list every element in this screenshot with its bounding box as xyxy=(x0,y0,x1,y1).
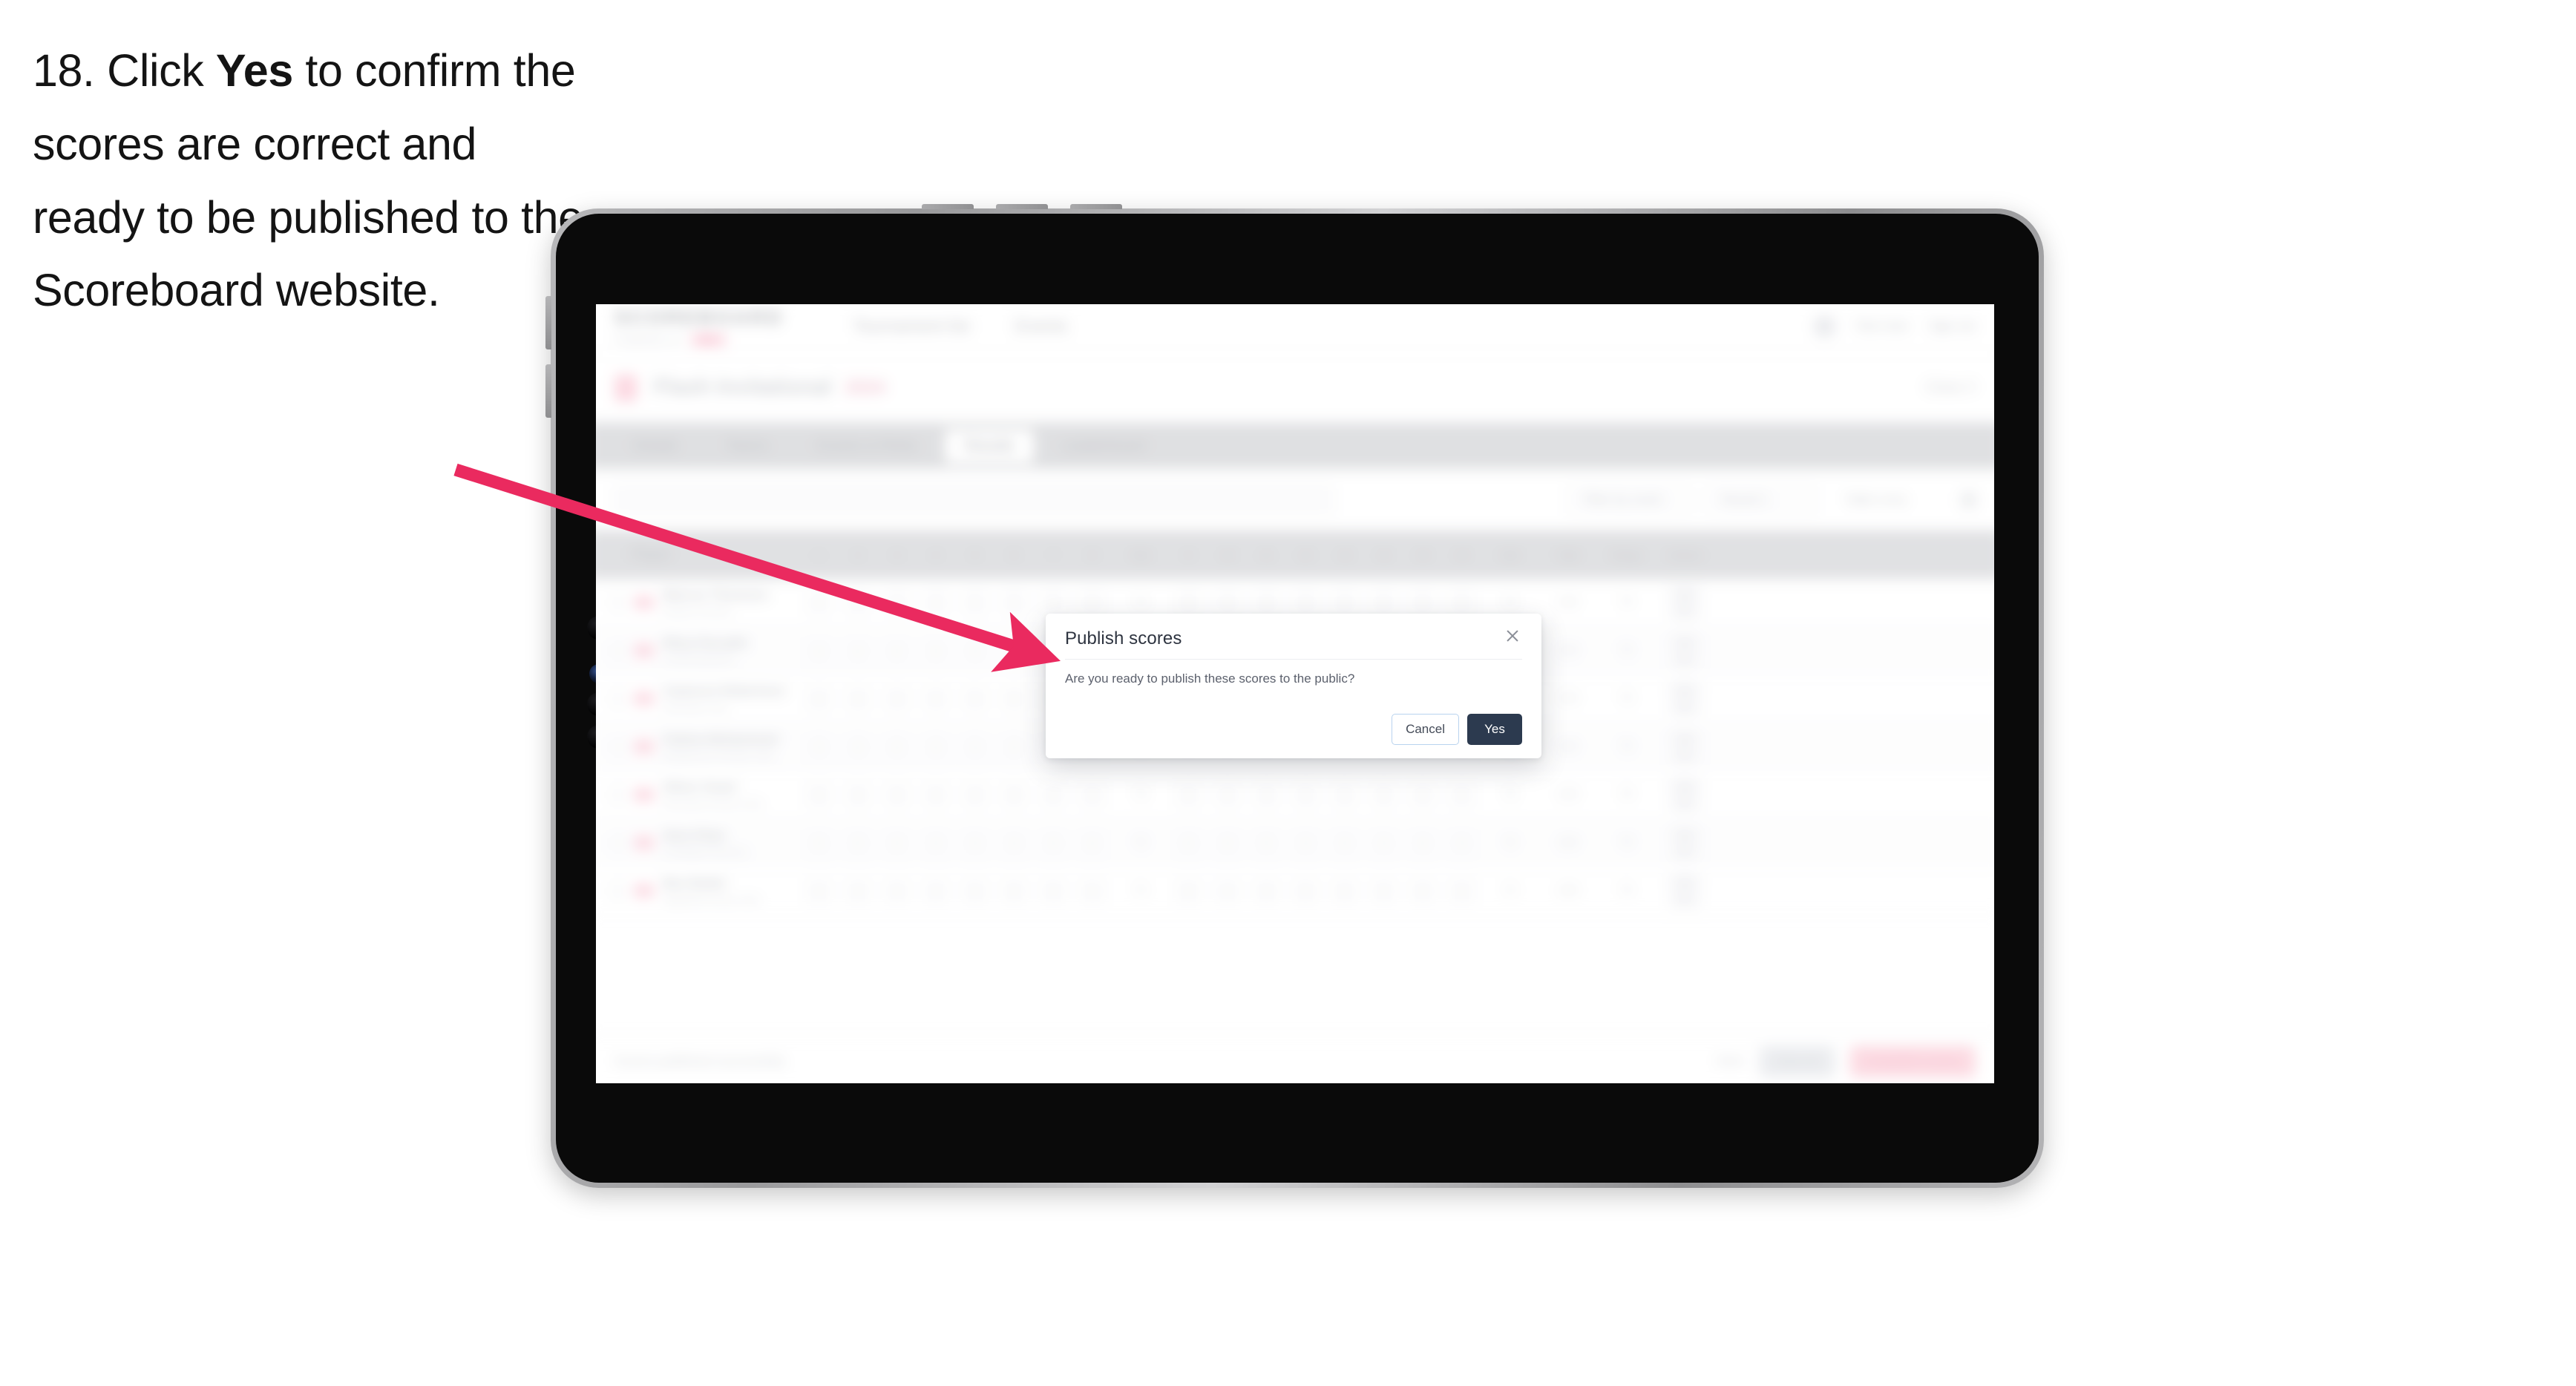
caption-text-before: Click xyxy=(107,45,216,96)
dialog-title: Publish scores xyxy=(1065,628,1182,648)
dialog-message: Are you ready to publish these scores to… xyxy=(1065,671,1355,686)
app-screen: SCOREBOARD POWERED BY BETA Tournament li… xyxy=(596,304,1994,1083)
close-icon[interactable] xyxy=(1503,626,1522,646)
cancel-button[interactable]: Cancel xyxy=(1392,714,1459,745)
device-top-button-2[interactable] xyxy=(996,204,1048,209)
publish-scores-dialog: Publish scores Are you ready to publish … xyxy=(1046,614,1541,758)
dialog-header: Publish scores xyxy=(1065,628,1522,660)
instruction-caption: 18. Click Yes to confirm the scores are … xyxy=(33,34,597,327)
caption-bold-word: Yes xyxy=(215,45,293,96)
dialog-actions: Cancel Yes xyxy=(1065,714,1522,745)
volume-down-button[interactable] xyxy=(545,364,551,418)
device-top-button-1[interactable] xyxy=(922,204,974,209)
device-top-button-3[interactable] xyxy=(1070,204,1122,209)
step-number: 18. xyxy=(33,45,95,96)
volume-up-button[interactable] xyxy=(545,296,551,349)
yes-button[interactable]: Yes xyxy=(1467,714,1522,745)
